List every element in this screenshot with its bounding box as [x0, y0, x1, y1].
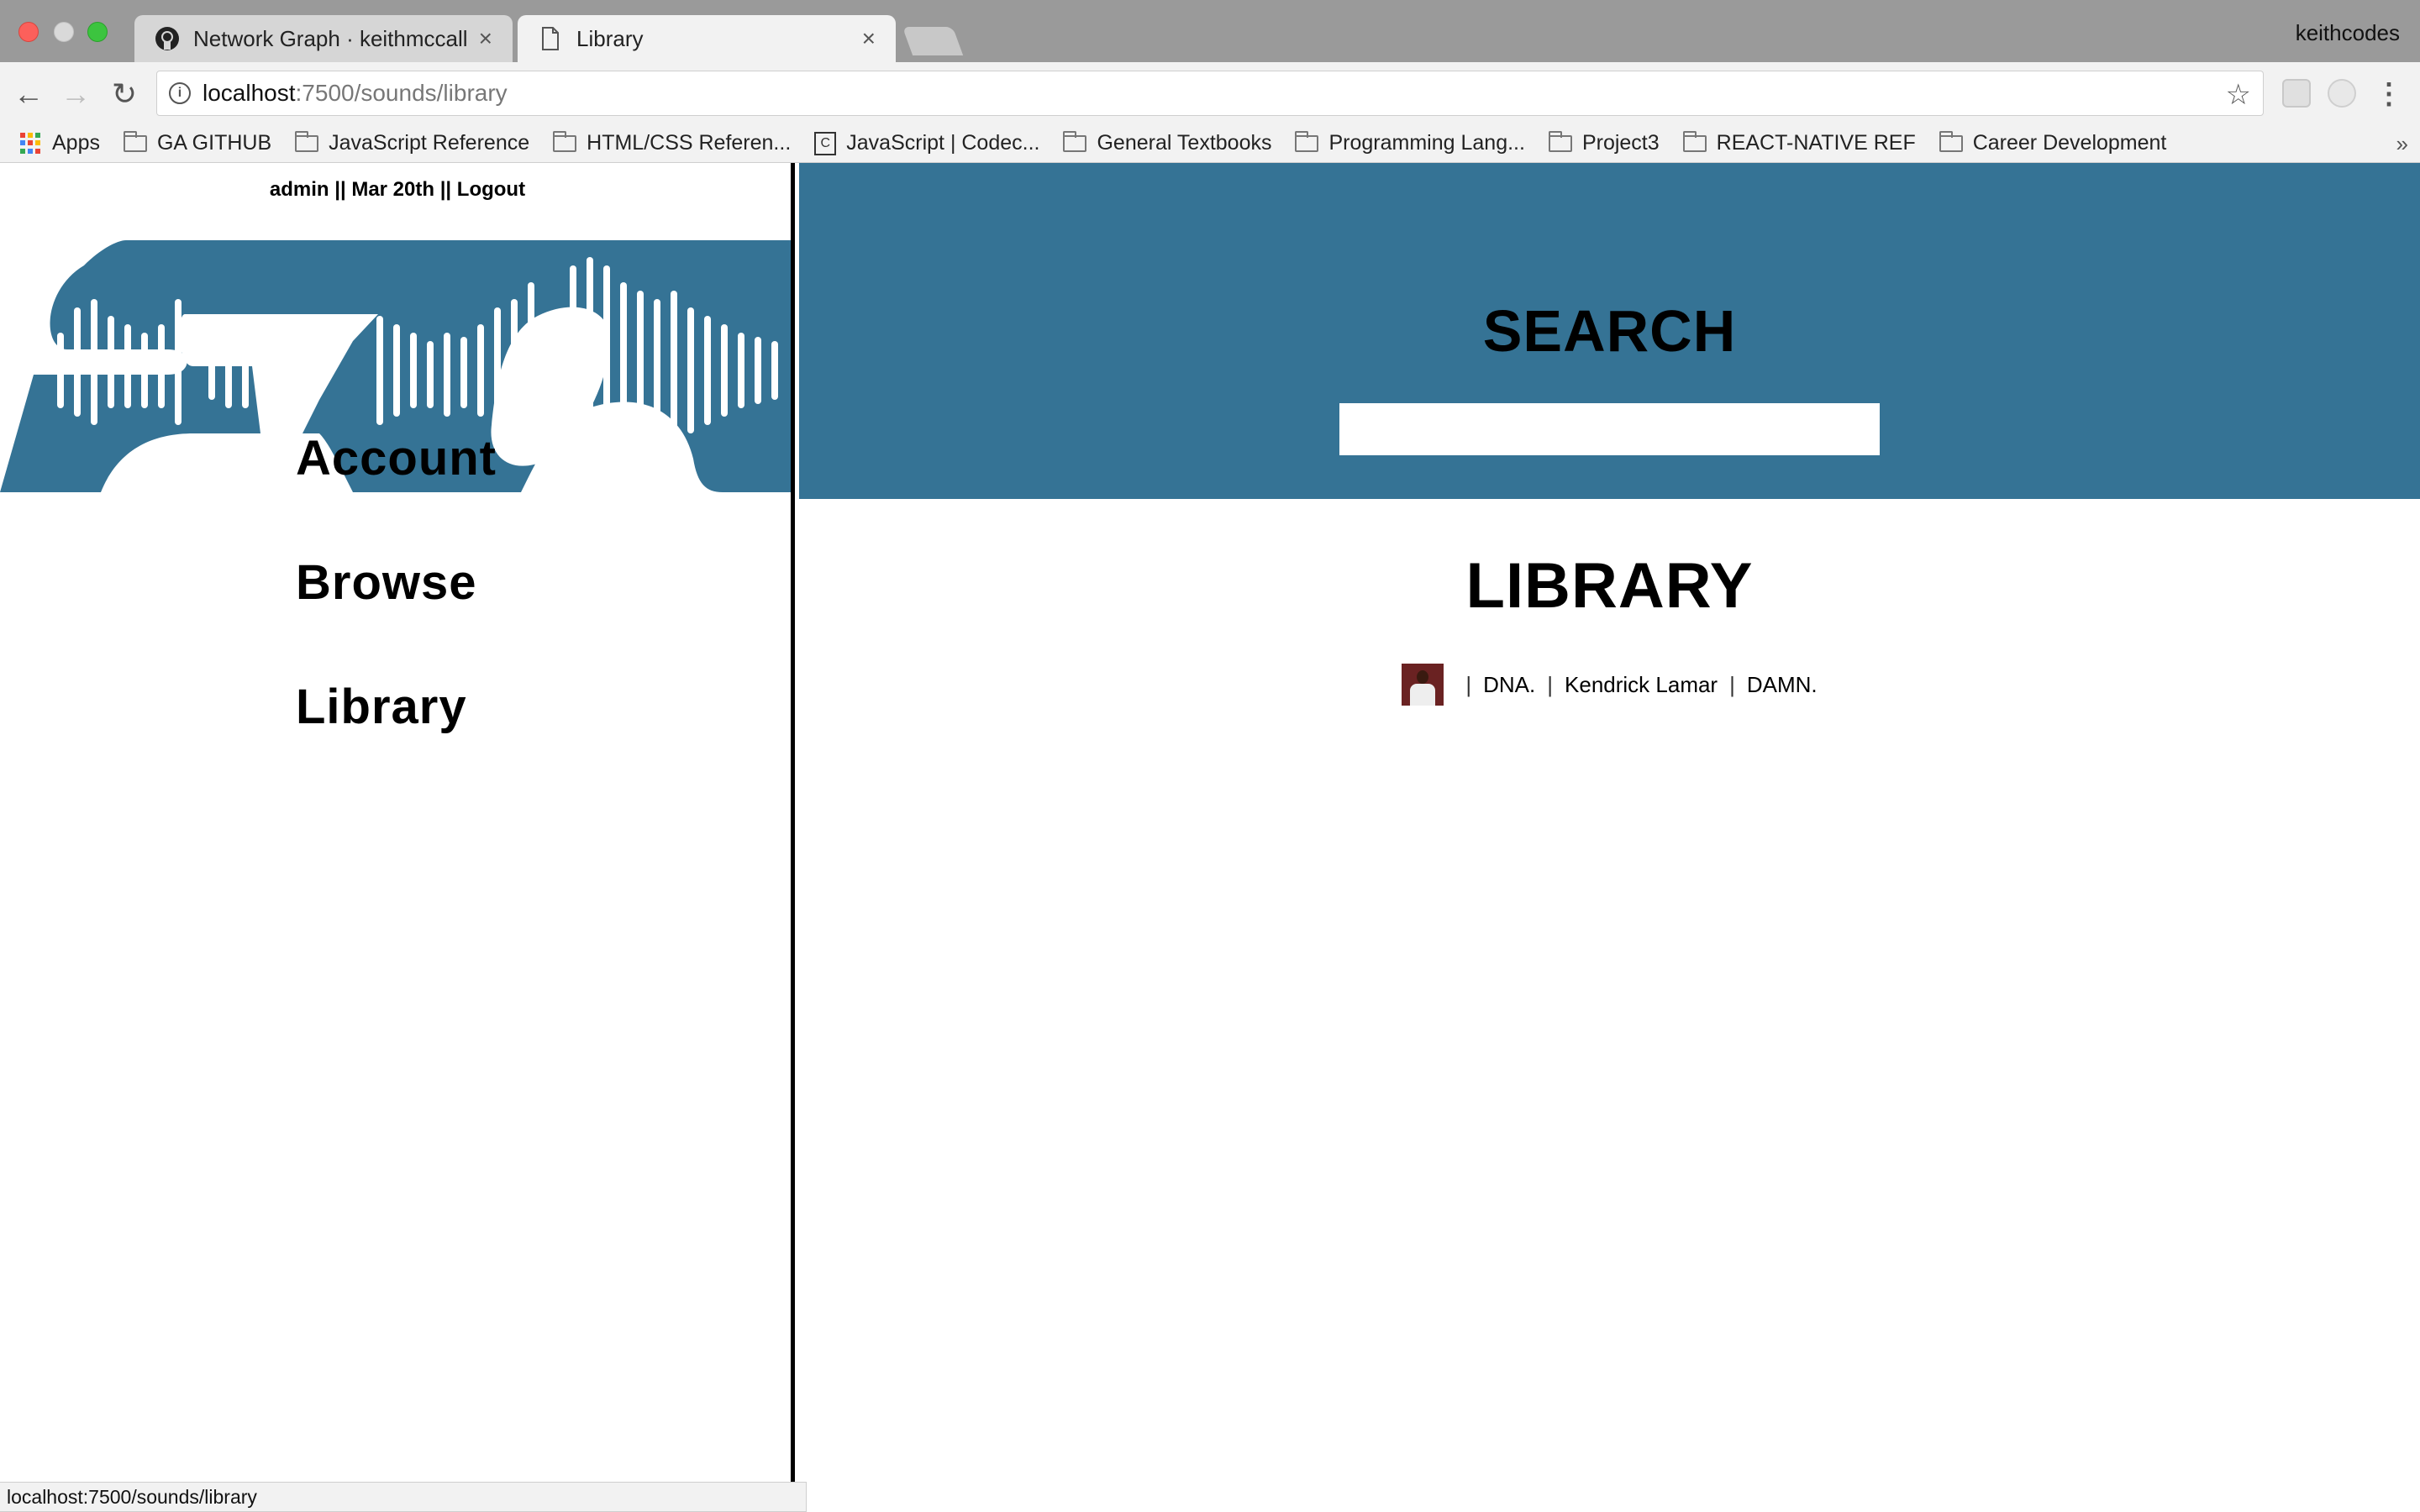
track-title[interactable]: DNA. [1483, 672, 1535, 698]
info-icon[interactable]: i [169, 82, 191, 104]
bookmark-ga-github[interactable]: GA GITHUB [123, 130, 272, 155]
chevron-double-right-icon[interactable]: » [2396, 131, 2408, 157]
bookmark-label: Project3 [1581, 131, 1660, 155]
github-icon [155, 26, 180, 51]
tab-title: Network Graph · keithmccall/S [193, 25, 467, 51]
user-info-line[interactable]: admin || Mar 20th || Logout [0, 178, 791, 202]
bookmark-programming-languages[interactable]: Programming Lang... [1295, 130, 1525, 155]
bookmark-label: REACT-NATIVE REF [1716, 131, 1916, 155]
sidebar-item-library[interactable]: Library [296, 679, 467, 735]
browser-tab-strip: Network Graph · keithmccall/S × Library … [0, 0, 2420, 62]
album-art-thumbnail[interactable] [1402, 664, 1444, 706]
bookmark-career-development[interactable]: Career Development [1939, 130, 2167, 155]
folder-icon [1295, 130, 1319, 152]
main-content: SEARCH LIBRARY | DNA. | Kendrick Lamar |… [799, 163, 2420, 1512]
search-input[interactable] [1339, 403, 1880, 455]
sidebar: admin || Mar 20th || Logout Account Brow… [0, 163, 795, 1512]
browser-tab-library[interactable]: Library × [518, 15, 896, 62]
bookmark-label: Programming Lang... [1328, 131, 1525, 155]
bookmark-star-icon[interactable]: ☆ [2226, 78, 2251, 112]
bookmarks-bar: Apps GA GITHUB JavaScript Reference HTML… [0, 124, 2420, 163]
document-icon [538, 26, 563, 51]
bookmark-label: JavaScript | Codec... [846, 131, 1040, 155]
window-maximize-button[interactable] [87, 22, 108, 42]
bookmark-apps[interactable]: Apps [20, 131, 100, 155]
kebab-menu-icon[interactable]: ⋮ [2375, 77, 2403, 111]
tab-title: Library [576, 25, 644, 51]
bookmark-label: JavaScript Reference [329, 131, 530, 155]
page-content: admin || Mar 20th || Logout Account Brow… [0, 163, 2420, 1512]
apps-grid-icon [20, 132, 42, 155]
folder-icon [295, 130, 319, 152]
window-close-button[interactable] [18, 22, 39, 42]
profile-name[interactable]: keithcodes [2296, 20, 2400, 46]
separator: | [1729, 671, 1735, 697]
close-icon[interactable]: × [862, 25, 876, 52]
address-bar[interactable]: i localhost:7500/sounds/library ☆ [156, 71, 2264, 116]
bookmark-label: HTML/CSS Referen... [587, 131, 792, 155]
window-minimize-button[interactable] [54, 22, 74, 42]
track-artist[interactable]: Kendrick Lamar [1565, 672, 1718, 698]
library-track-row[interactable]: | DNA. | Kendrick Lamar | DAMN. [799, 664, 2420, 706]
search-section: SEARCH [799, 163, 2420, 499]
folder-icon [1548, 130, 1572, 152]
track-album[interactable]: DAMN. [1747, 672, 1818, 698]
status-bar-url: localhost:7500/sounds/library [0, 1482, 807, 1512]
sidebar-item-browse[interactable]: Browse [296, 554, 477, 611]
separator: | [1547, 671, 1554, 697]
bookmark-javascript-codecademy[interactable]: C JavaScript | Codec... [814, 131, 1039, 155]
reload-icon[interactable]: ↻ [108, 76, 141, 111]
bookmark-javascript-reference[interactable]: JavaScript Reference [295, 130, 530, 155]
codecademy-icon: C [814, 131, 837, 155]
url-host: localhost [203, 80, 296, 106]
folder-icon [1939, 130, 1963, 152]
folder-icon [1063, 130, 1087, 152]
close-icon[interactable]: × [479, 25, 492, 52]
bookmark-label: Apps [52, 131, 100, 155]
browser-toolbar: ← → ↻ i localhost:7500/sounds/library ☆ … [0, 62, 2420, 124]
back-arrow-icon[interactable]: ← [12, 76, 45, 111]
bookmark-label: Career Development [1972, 131, 2167, 155]
extension-icon[interactable] [2328, 79, 2356, 108]
sidebar-item-account[interactable]: Account [296, 430, 497, 486]
forward-arrow-icon[interactable]: → [59, 76, 92, 111]
bookmark-label: GA GITHUB [156, 131, 272, 155]
extension-icon[interactable] [2282, 79, 2311, 108]
bookmark-project3[interactable]: Project3 [1548, 130, 1660, 155]
bookmark-general-textbooks[interactable]: General Textbooks [1063, 130, 1272, 155]
new-tab-button[interactable] [902, 27, 964, 55]
bookmark-html-css-reference[interactable]: HTML/CSS Referen... [553, 130, 792, 155]
separator: | [1465, 671, 1472, 697]
page-title: LIBRARY [1465, 550, 1754, 622]
browser-tab-network-graph[interactable]: Network Graph · keithmccall/S × [134, 15, 513, 62]
folder-icon [553, 130, 577, 152]
folder-icon [123, 130, 147, 152]
search-title: SEARCH [1482, 298, 1737, 364]
bookmark-label: General Textbooks [1097, 131, 1272, 155]
url-path: :7500/sounds/library [295, 80, 508, 106]
folder-icon [1682, 130, 1707, 152]
bookmark-react-native-ref[interactable]: REACT-NATIVE REF [1682, 130, 1916, 155]
